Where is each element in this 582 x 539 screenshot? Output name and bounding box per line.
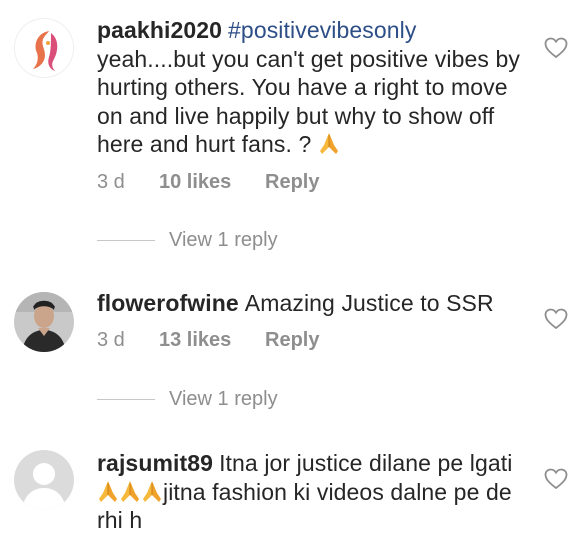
like-heart-icon[interactable] [544,37,568,59]
folded-hands-emoji-icon [97,479,119,503]
view-replies-label: View 1 reply [169,388,278,410]
comment-meta: 3 d 10 likes Reply [97,171,319,194]
comment-time: 3 d [97,329,125,351]
like-heart-icon[interactable] [544,308,568,330]
like-heart-icon[interactable] [544,468,568,490]
comment-text: flowerofwine Amazing Justice to SSR [97,289,522,318]
divider-line [97,399,155,400]
avatar[interactable] [14,18,74,78]
comment-time: 3 d [97,171,125,193]
view-replies-button[interactable]: View 1 reply [97,229,278,252]
view-replies-label: View 1 reply [169,229,278,251]
comment-meta: 3 d 13 likes Reply [97,329,319,352]
comment-body: yeah....but you can't get positive vibes… [97,45,520,158]
woman-silhouette-logo-icon [15,19,73,77]
avatar[interactable] [14,292,74,352]
likes-count[interactable]: 10 likes [159,171,265,194]
view-replies-button[interactable]: View 1 reply [97,388,278,411]
comment-text: rajsumit89 Itna jor justice dilane pe lga… [97,449,522,535]
folded-hands-emoji-icon [119,479,141,503]
default-avatar-icon [14,450,74,510]
likes-count[interactable]: 13 likes [159,329,265,352]
reply-button[interactable]: Reply [265,171,319,194]
reply-button[interactable]: Reply [265,329,319,352]
avatar[interactable] [14,450,74,510]
comment-body: Itna jor justice dilane pe lgati [219,450,513,476]
comment-username[interactable]: rajsumit89 [97,450,213,476]
comment-body: Amazing Justice to SSR [244,290,494,316]
hashtag-link[interactable]: #positivevibesonly [228,17,416,43]
man-photo-avatar [14,292,74,352]
divider-line [97,240,155,241]
comment-text: paakhi2020 #positivevibesonly yeah....but… [97,16,522,159]
comment-username[interactable]: paakhi2020 [97,17,222,43]
folded-hands-emoji-icon [318,131,340,155]
folded-hands-emoji-icon [141,479,163,503]
comment-username[interactable]: flowerofwine [97,290,239,316]
